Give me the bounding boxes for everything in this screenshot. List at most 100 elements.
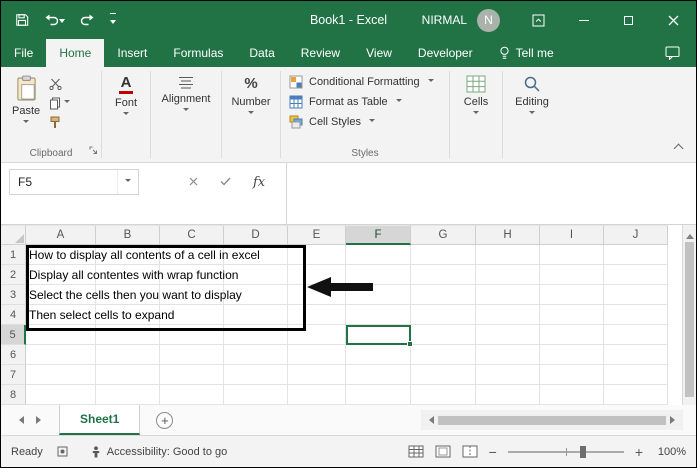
vertical-scrollbar[interactable] bbox=[682, 225, 696, 405]
editing-button[interactable]: Editing bbox=[508, 70, 556, 119]
cell-F3[interactable] bbox=[346, 285, 411, 305]
row-header-1[interactable]: 1 bbox=[1, 245, 26, 265]
cell-H8[interactable] bbox=[476, 385, 540, 405]
fill-handle[interactable] bbox=[407, 341, 413, 347]
tell-me-box[interactable]: Tell me bbox=[486, 39, 567, 67]
macro-record-button[interactable] bbox=[57, 446, 68, 457]
normal-view-button[interactable] bbox=[408, 445, 424, 458]
cell-G2[interactable] bbox=[411, 265, 476, 285]
cell-E8[interactable] bbox=[288, 385, 346, 405]
row-header-4[interactable]: 4 bbox=[1, 305, 26, 325]
tab-review[interactable]: Review bbox=[288, 39, 353, 67]
page-break-view-button[interactable] bbox=[462, 445, 478, 458]
formula-input[interactable] bbox=[286, 163, 696, 224]
cell-F6[interactable] bbox=[346, 345, 411, 365]
row-header-6[interactable]: 6 bbox=[1, 345, 26, 365]
cell-G3[interactable] bbox=[411, 285, 476, 305]
cell-H5[interactable] bbox=[476, 325, 540, 345]
horizontal-scrollbar-thumb[interactable] bbox=[438, 416, 666, 425]
cell-G8[interactable] bbox=[411, 385, 476, 405]
insert-function-button[interactable]: fx bbox=[253, 175, 265, 190]
tab-formulas[interactable]: Formulas bbox=[160, 39, 236, 67]
cell-F2[interactable] bbox=[346, 265, 411, 285]
zoom-slider[interactable] bbox=[508, 445, 624, 459]
cell-E3[interactable] bbox=[288, 285, 346, 305]
format-as-table-button[interactable]: Format as Table bbox=[289, 92, 443, 111]
column-header-B[interactable]: B bbox=[96, 225, 160, 245]
tab-file[interactable]: File bbox=[1, 39, 46, 67]
cell-A8[interactable] bbox=[26, 385, 96, 405]
cell-D4[interactable] bbox=[224, 305, 288, 325]
cell-I1[interactable] bbox=[540, 245, 604, 265]
cell-J3[interactable] bbox=[604, 285, 668, 305]
cell-F4[interactable] bbox=[346, 305, 411, 325]
alignment-button[interactable]: Alignment bbox=[155, 70, 218, 116]
cell-C6[interactable] bbox=[160, 345, 224, 365]
cell-E2[interactable] bbox=[288, 265, 346, 285]
enter-formula-button[interactable] bbox=[220, 173, 231, 191]
vertical-scrollbar-thumb[interactable] bbox=[685, 242, 694, 397]
cell-C7[interactable] bbox=[160, 365, 224, 385]
cut-button[interactable] bbox=[49, 77, 70, 91]
cell-G6[interactable] bbox=[411, 345, 476, 365]
select-all-button[interactable] bbox=[1, 225, 26, 245]
scroll-left-icon[interactable] bbox=[425, 416, 434, 424]
column-header-E[interactable]: E bbox=[288, 225, 346, 245]
cell-E1[interactable] bbox=[288, 245, 346, 265]
cell-H4[interactable] bbox=[476, 305, 540, 325]
cell-F1[interactable] bbox=[346, 245, 411, 265]
collapse-ribbon-button[interactable] bbox=[670, 141, 686, 155]
font-button[interactable]: A Font bbox=[108, 70, 144, 120]
cell-I5[interactable] bbox=[540, 325, 604, 345]
account-name[interactable]: NIRMAL bbox=[422, 13, 467, 27]
cell-H2[interactable] bbox=[476, 265, 540, 285]
tab-data[interactable]: Data bbox=[236, 39, 287, 67]
column-header-A[interactable]: A bbox=[26, 225, 96, 245]
cell-E4[interactable] bbox=[288, 305, 346, 325]
row-header-5[interactable]: 5 bbox=[1, 325, 26, 345]
row-header-2[interactable]: 2 bbox=[1, 265, 26, 285]
next-sheet-icon[interactable] bbox=[36, 416, 45, 424]
tab-developer[interactable]: Developer bbox=[405, 39, 486, 67]
comments-icon[interactable] bbox=[665, 46, 680, 60]
cell-G7[interactable] bbox=[411, 365, 476, 385]
cell-E7[interactable] bbox=[288, 365, 346, 385]
cell-D5[interactable] bbox=[224, 325, 288, 345]
tab-home[interactable]: Home bbox=[46, 39, 104, 67]
cell-J7[interactable] bbox=[604, 365, 668, 385]
cell-H3[interactable] bbox=[476, 285, 540, 305]
name-box-dropdown[interactable] bbox=[117, 170, 138, 194]
cells-button[interactable]: Cells bbox=[457, 70, 495, 119]
cell-B8[interactable] bbox=[96, 385, 160, 405]
cell-J6[interactable] bbox=[604, 345, 668, 365]
cell-J1[interactable] bbox=[604, 245, 668, 265]
cell-I6[interactable] bbox=[540, 345, 604, 365]
cell-H1[interactable] bbox=[476, 245, 540, 265]
page-layout-view-button[interactable] bbox=[435, 445, 451, 458]
tab-insert[interactable]: Insert bbox=[104, 39, 160, 67]
cell-A5[interactable] bbox=[26, 325, 96, 345]
avatar[interactable]: N bbox=[477, 9, 500, 32]
previous-sheet-icon[interactable] bbox=[15, 416, 24, 424]
cell-G1[interactable] bbox=[411, 245, 476, 265]
cell-D6[interactable] bbox=[224, 345, 288, 365]
row-header-3[interactable]: 3 bbox=[1, 285, 26, 305]
format-painter-button[interactable] bbox=[49, 115, 70, 129]
cell-I3[interactable] bbox=[540, 285, 604, 305]
minimize-button[interactable] bbox=[561, 1, 606, 39]
column-header-G[interactable]: G bbox=[411, 225, 476, 245]
column-header-F[interactable]: F bbox=[346, 225, 411, 245]
cell-styles-button[interactable]: Cell Styles bbox=[289, 112, 443, 131]
cell-B6[interactable] bbox=[96, 345, 160, 365]
horizontal-scrollbar[interactable] bbox=[421, 410, 683, 430]
cell-I2[interactable] bbox=[540, 265, 604, 285]
column-header-I[interactable]: I bbox=[540, 225, 604, 245]
zoom-slider-thumb[interactable] bbox=[580, 446, 586, 458]
maximize-button[interactable] bbox=[606, 1, 651, 39]
cell-A7[interactable] bbox=[26, 365, 96, 385]
sheet-tab-sheet1[interactable]: Sheet1 bbox=[59, 405, 140, 435]
cell-G5[interactable] bbox=[411, 325, 476, 345]
cell-G4[interactable] bbox=[411, 305, 476, 325]
paste-dropdown-icon[interactable] bbox=[23, 120, 29, 126]
cell-J8[interactable] bbox=[604, 385, 668, 405]
